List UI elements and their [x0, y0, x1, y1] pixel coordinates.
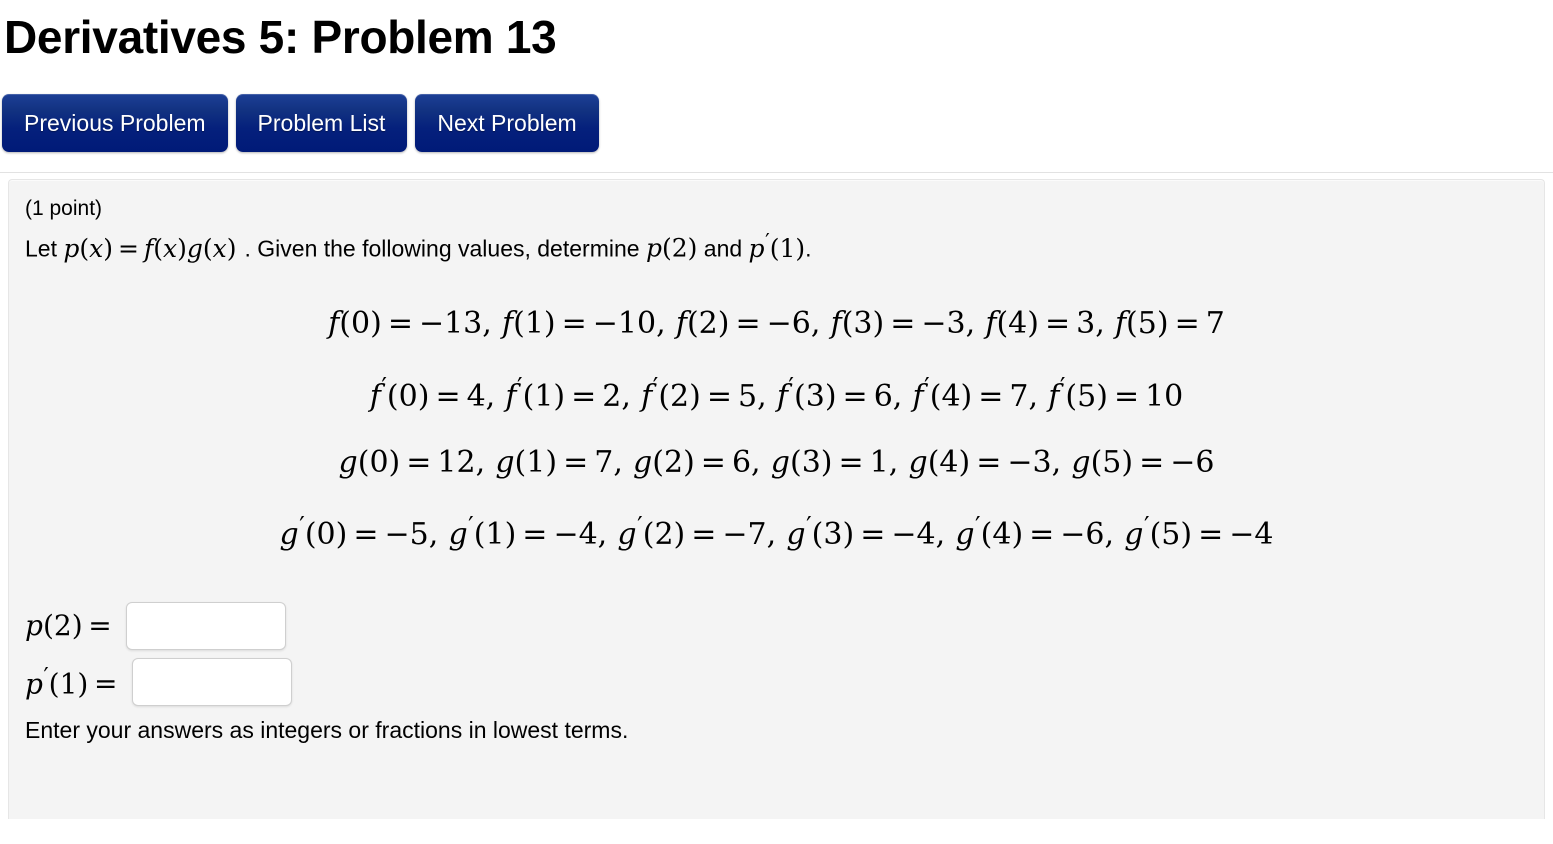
equation-term: g′(4) = −6 [955, 510, 1105, 553]
problem-panel: (1 point) Let p(x) = f(x)g(x) . Given the … [8, 179, 1545, 819]
prompt-end: . [805, 235, 812, 262]
equation-term: f′(4) = 7 [912, 372, 1029, 414]
equation-term: f′(3) = 6 [776, 372, 893, 414]
equation-term: f(5) = 7 [1114, 306, 1225, 342]
answer-row-p2: p(2) = [25, 602, 1528, 651]
equation-term: g′(0) = −5 [279, 510, 429, 553]
problem-list-button[interactable]: Problem List [235, 94, 408, 152]
prompt-definition-x: x [89, 233, 104, 263]
answer-format-note: Enter your answers as integers or fracti… [25, 717, 629, 744]
equation-term: g′(2) = −7 [617, 510, 767, 553]
equation-term: g(4) = −3 [908, 444, 1052, 480]
answer-label-p-prime-1: p′(1) = [25, 663, 118, 701]
problem-prompt: Let p(x) = f(x)g(x) . Given the following … [25, 228, 1528, 265]
equation-row-f: f(0) = −13, f(1) = −10, f(2) = −6, f(3) = −3, f(4) = 3… [328, 306, 1225, 342]
equation-term: f(1) = −10 [502, 306, 657, 342]
prompt-target-a-math: p(2) [645, 233, 698, 263]
equation-term: g(3) = 1 [770, 444, 889, 480]
prompt-definition-p: p [63, 233, 80, 263]
navigation-button-bar: Previous Problem Problem List Next Probl… [0, 60, 1553, 152]
prompt-middle: . Given the following values, determine [244, 235, 640, 262]
equation-term: f(4) = 3 [985, 306, 1096, 342]
answer-row-p-prime-1: p′(1) = [25, 658, 1528, 707]
answer-input-p2[interactable] [126, 602, 287, 651]
page-title: Derivatives 5: Problem 13 [4, 11, 557, 63]
given-values-block: f(0) = −13, f(1) = −10, f(2) = −6, f(3) = −3, f(4) = 3… [25, 309, 1528, 550]
equation-term: g(5) = −6 [1071, 444, 1215, 480]
equation-term: f′(2) = 5 [641, 372, 758, 414]
equation-term: f(2) = −6 [675, 306, 811, 342]
prompt-definition-math: p(x) = f(x)g(x) [63, 233, 237, 263]
header-divider [0, 172, 1553, 173]
previous-problem-button[interactable]: Previous Problem [2, 94, 228, 152]
prompt-definition-f: f [143, 233, 154, 263]
equation-term: f′(5) = 10 [1048, 372, 1184, 414]
points-label: (1 point) [25, 197, 103, 220]
equation-term: g(1) = 7 [495, 444, 614, 480]
answer-label-p2: p(2) = [25, 609, 112, 643]
prompt-target-b-math: p′(1) [748, 229, 806, 263]
equation-term: f(3) = −3 [830, 306, 966, 342]
equation-term: f′(1) = 2 [505, 372, 622, 414]
equation-term: g′(5) = −4 [1124, 510, 1274, 553]
equation-term: g(0) = 12 [338, 444, 476, 480]
equation-term: f(0) = −13 [328, 306, 483, 342]
next-problem-button[interactable]: Next Problem [415, 94, 599, 152]
equation-term: f′(0) = 4 [369, 372, 486, 414]
problem-page: Derivatives 5: Problem 13 Previous Probl… [0, 0, 1553, 819]
equation-row-g: g(0) = 12, g(1) = 7, g(2) = 6, g(3) = 1, g(4) = −3, g(5… [338, 444, 1215, 480]
equation-term: g′(3) = −4 [786, 510, 936, 553]
prompt-conjunction: and [703, 235, 743, 262]
prompt-lead: Let [25, 235, 57, 262]
equation-term: g′(1) = −4 [448, 510, 598, 553]
answer-section: p(2) = p′(1) = Enter your answers as integ… [25, 602, 1528, 746]
prompt-definition-g: g [186, 233, 203, 263]
equation-row-g-prime: g′(0) = −5, g′(1) = −4, g′(2) = −7, g′(3) = −4, g′(4… [279, 510, 1274, 553]
answer-input-p-prime-1[interactable] [132, 658, 293, 707]
equation-term: g(2) = 6 [633, 444, 752, 480]
equation-row-f-prime: f′(0) = 4, f′(1) = 2, f′(2) = 5, f′(3) = 6, f′(4) = 7,… [369, 372, 1184, 414]
